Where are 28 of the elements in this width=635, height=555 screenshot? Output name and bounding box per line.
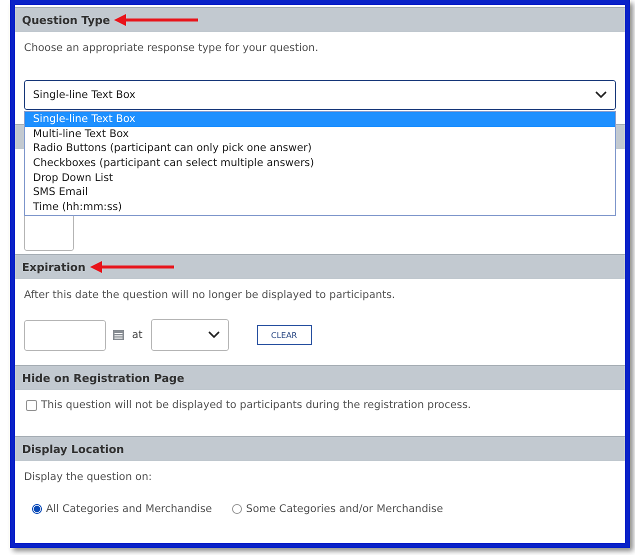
calendar-icon[interactable]: [113, 330, 124, 340]
dropdown-option[interactable]: Drop Down List: [25, 170, 615, 186]
chevron-down-icon: [208, 331, 220, 339]
section-title: Display Location: [22, 442, 124, 456]
radio-label: Some Categories and/or Merchandise: [246, 503, 444, 515]
dropdown-option[interactable]: SMS Email: [25, 185, 615, 200]
chevron-down-icon: [595, 91, 607, 99]
dropdown-option[interactable]: Radio Buttons (participant can only pick one answer): [25, 141, 615, 156]
clear-button[interactable]: CLEAR: [256, 325, 312, 345]
description-text: After this date the question will no longer be displayed to participants.: [24, 288, 396, 303]
description-text: Choose an appropriate response type for your question.: [24, 41, 320, 56]
checkbox[interactable]: [26, 400, 37, 410]
input-field[interactable]: [24, 213, 74, 251]
radio-button[interactable]: [32, 504, 42, 514]
at-label: at: [132, 329, 143, 341]
prompt-text: Display the question on:: [24, 470, 153, 485]
time-select[interactable]: [150, 319, 229, 351]
dropdown-option[interactable]: Checkboxes (participant can select multiple answers): [25, 156, 615, 171]
dropdown-option[interactable]: Multi-line Text Box: [25, 126, 615, 142]
section-title: Hide on Registration Page: [22, 372, 184, 384]
radio-label: All Categories and Merchandise: [46, 503, 212, 515]
date-field[interactable]: [24, 320, 106, 350]
section-title: Expiration: [22, 260, 86, 274]
response-type-select[interactable]: Single-line Text Box: [24, 80, 616, 110]
dropdown-option[interactable]: Time (hh:mm:ss): [25, 200, 615, 215]
radio-button[interactable]: [232, 504, 242, 514]
section-title: Question Type: [22, 14, 110, 26]
checkbox-label: This question will not be displayed to participants during the registration process.: [41, 399, 471, 411]
